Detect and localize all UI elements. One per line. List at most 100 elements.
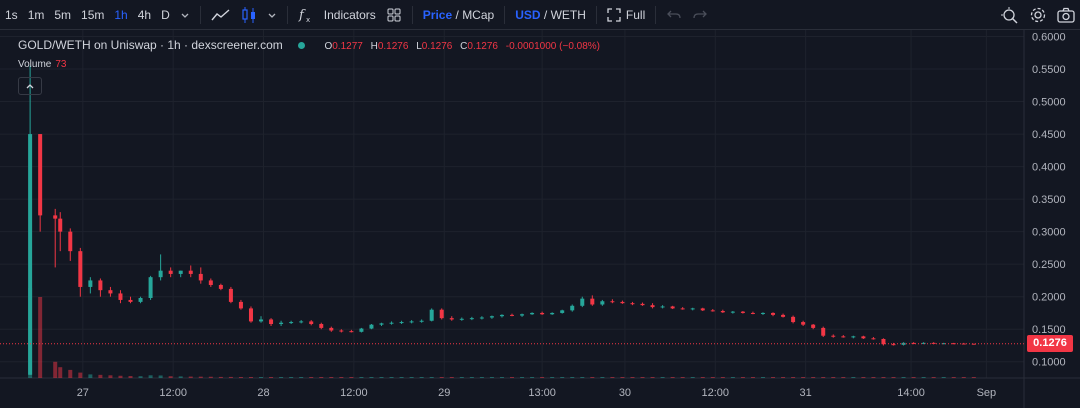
- magic-icon[interactable]: [996, 0, 1024, 30]
- x-tick-label: 12:00: [159, 387, 187, 399]
- candle-body: [700, 308, 705, 311]
- candle-body: [429, 309, 434, 321]
- candle-body: [871, 338, 876, 340]
- volume-bar: [118, 375, 123, 378]
- chevron-up-icon: [26, 84, 34, 89]
- undo-icon[interactable]: [661, 0, 687, 30]
- market-status-dot: [298, 42, 306, 50]
- chevron-down-icon[interactable]: [262, 0, 282, 30]
- y-tick-label: 0.1000: [1032, 357, 1066, 369]
- y-tick-label: 0.3500: [1032, 194, 1066, 206]
- volume-bar: [680, 377, 685, 378]
- slash-text: /: [455, 7, 459, 22]
- candle-body: [218, 284, 223, 289]
- volume-bar: [469, 377, 474, 378]
- candle-body: [750, 312, 755, 314]
- price-option[interactable]: Price: [423, 8, 452, 22]
- volume-bar: [730, 377, 735, 378]
- gear-icon[interactable]: [1024, 0, 1052, 30]
- volume-bar: [781, 377, 786, 378]
- volume-bar: [690, 377, 695, 378]
- high-value: 0.1276: [377, 41, 409, 52]
- candle-body: [740, 311, 745, 313]
- redo-icon[interactable]: [687, 0, 713, 30]
- candle-body: [78, 251, 83, 287]
- volume-bar: [941, 377, 946, 378]
- usd-option[interactable]: USD: [515, 8, 540, 22]
- candle-body: [399, 322, 404, 324]
- volume-bar: [881, 377, 886, 378]
- volume-bar: [700, 377, 705, 378]
- volume-bar: [650, 377, 655, 378]
- candle-body: [198, 273, 203, 281]
- volume-bar: [901, 377, 906, 378]
- candle-body: [861, 336, 866, 339]
- volume-bar: [499, 377, 504, 378]
- full-button[interactable]: Full: [626, 0, 650, 30]
- interval-5m[interactable]: 5m: [49, 0, 76, 30]
- camera-icon[interactable]: [1052, 0, 1080, 30]
- y-tick-label: 0.2500: [1032, 259, 1066, 271]
- interval-15m[interactable]: 15m: [76, 0, 109, 30]
- toolbar-separator: [286, 5, 288, 24]
- volume-bar: [108, 375, 113, 378]
- candle-body: [650, 305, 655, 308]
- volume-bar: [931, 377, 936, 378]
- volume-value: 73: [55, 59, 67, 70]
- volume-bar: [389, 377, 394, 378]
- volume-bar: [439, 377, 444, 378]
- candle-body: [781, 314, 786, 317]
- volume-bar: [861, 377, 866, 378]
- mcap-option[interactable]: MCap: [462, 8, 494, 22]
- toolbar-separator: [595, 5, 597, 24]
- grid-icon[interactable]: [381, 0, 407, 30]
- price-mcap-toggle[interactable]: Price / MCap: [418, 0, 499, 30]
- fullscreen-icon[interactable]: [602, 0, 626, 30]
- toolbar: 1s 1m 5m 15m 1h 4h D fx Indicators Price…: [0, 0, 1080, 30]
- x-tick-label: 27: [77, 387, 89, 399]
- candle-body: [489, 316, 494, 318]
- weth-option[interactable]: WETH: [551, 8, 586, 22]
- candle-body: [409, 321, 414, 323]
- collapse-legend-button[interactable]: [18, 77, 42, 95]
- interval-D[interactable]: D: [156, 0, 175, 30]
- interval-1m[interactable]: 1m: [23, 0, 50, 30]
- volume-bar: [299, 377, 304, 378]
- fx-icon[interactable]: fx: [293, 0, 319, 30]
- candle-body: [660, 306, 665, 308]
- x-tick-label: 12:00: [702, 387, 730, 399]
- volume-bar: [801, 377, 806, 378]
- candle-body: [821, 327, 826, 336]
- volume-bar: [269, 377, 274, 378]
- candle-body: [148, 277, 153, 298]
- candle-body: [469, 318, 474, 320]
- volume-bar: [339, 377, 344, 378]
- interval-1h[interactable]: 1h: [109, 0, 132, 30]
- candle-body: [620, 301, 625, 304]
- y-tick-label: 0.2000: [1032, 292, 1066, 304]
- candle-body: [108, 290, 113, 294]
- candle-body: [530, 312, 535, 315]
- line-chart-icon[interactable]: [206, 0, 236, 30]
- currency-toggle[interactable]: USD / WETH: [510, 0, 591, 30]
- chevron-down-icon[interactable]: [175, 0, 195, 30]
- candle-body: [238, 301, 243, 309]
- candle-body: [309, 321, 314, 325]
- volume-bar: [218, 376, 223, 378]
- indicators-button[interactable]: Indicators: [319, 0, 381, 30]
- interval-1s[interactable]: 1s: [0, 0, 23, 30]
- volume-bar: [329, 377, 334, 378]
- volume-bar: [489, 377, 494, 378]
- candle-body: [299, 321, 304, 323]
- candlestick-chart[interactable]: 0.10000.15000.20000.25000.30000.35000.40…: [0, 30, 1080, 408]
- chart-area[interactable]: 0.1000 0.1500 0.2000 0.2500 0.3000 0.3500 0.40…: [0, 30, 1080, 408]
- candle-body: [801, 322, 806, 325]
- candle-body: [831, 335, 836, 337]
- candle-body: [228, 288, 233, 302]
- candle-body: [419, 320, 424, 322]
- candles-icon[interactable]: [236, 0, 262, 30]
- y-tick-label: 0.5000: [1032, 97, 1066, 109]
- candle-body: [319, 324, 324, 328]
- toolbar-separator: [199, 5, 201, 24]
- interval-4h[interactable]: 4h: [133, 0, 156, 30]
